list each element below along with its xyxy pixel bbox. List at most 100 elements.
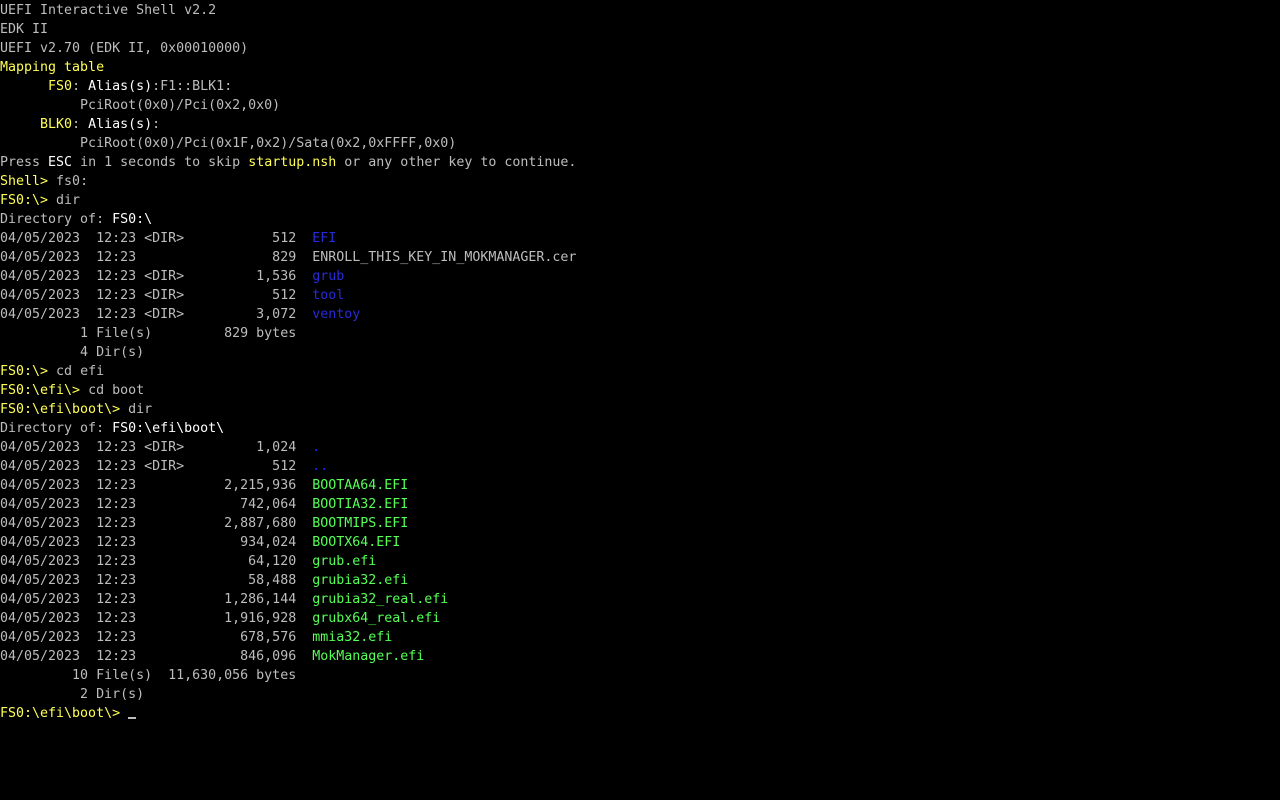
terminal-line: 04/05/2023 12:23 846,096 MokManager.efi [0, 647, 424, 666]
terminal-text: BOOTX64.EFI [312, 535, 401, 550]
terminal-text: 1 File(s) 829 bytes [0, 326, 297, 341]
terminal-text: 04/05/2023 12:23 846,096 [0, 649, 313, 664]
terminal-text: UEFI Interactive Shell v2.2 [0, 3, 217, 18]
terminal-line: 04/05/2023 12:23 64,120 grub.efi [0, 552, 376, 571]
terminal-text: cd efi [56, 364, 105, 379]
terminal-text: 2 Dir(s) [0, 687, 145, 702]
terminal-line: 10 File(s) 11,630,056 bytes [0, 666, 296, 685]
terminal-line: 04/05/2023 12:23 1,916,928 grubx64_real.… [0, 609, 440, 628]
terminal-line: 2 Dir(s) [0, 685, 144, 704]
terminal-text: 04/05/2023 12:23 <DIR> 512 [0, 459, 313, 474]
terminal-text: EFI [312, 231, 337, 246]
terminal-text: fs0: [56, 174, 89, 189]
terminal-line: 1 File(s) 829 bytes [0, 324, 296, 343]
terminal-text: BOOTIA32.EFI [312, 497, 409, 512]
terminal-line: FS0: Alias(s):F1::BLK1: [0, 77, 232, 96]
terminal-text: 04/05/2023 12:23 2,887,680 [0, 516, 313, 531]
terminal-text: startup.nsh [248, 155, 337, 170]
terminal-text: :F1::BLK1: [152, 79, 233, 94]
terminal-line: 04/05/2023 12:23 934,024 BOOTX64.EFI [0, 533, 400, 552]
terminal-line: 04/05/2023 12:23 742,064 BOOTIA32.EFI [0, 495, 408, 514]
terminal-line: FS0:\efi\boot\> dir [0, 400, 152, 419]
terminal-text: . [312, 440, 321, 455]
terminal-text: Alias(s) [88, 79, 153, 94]
terminal-line: 04/05/2023 12:23 58,488 grubia32.efi [0, 571, 408, 590]
terminal-text: : [152, 117, 161, 132]
uefi-shell-terminal[interactable]: UEFI Interactive Shell v2.2 EDK II UEFI v2… [0, 0, 1280, 800]
terminal-text: 04/05/2023 12:23 934,024 [0, 535, 313, 550]
terminal-text: MokManager.efi [312, 649, 425, 664]
terminal-line: 04/05/2023 12:23 678,576 mmia32.efi [0, 628, 392, 647]
terminal-text: 10 File(s) 11,630,056 bytes [0, 668, 297, 683]
terminal-text: tool [312, 288, 345, 303]
terminal-text: ventoy [312, 307, 361, 322]
terminal-text: Shell> [0, 174, 57, 189]
terminal-text: 04/05/2023 12:23 1,286,144 [0, 592, 313, 607]
terminal-line: EDK II [0, 20, 48, 39]
terminal-text: : [72, 117, 89, 132]
terminal-text: Press [0, 155, 49, 170]
terminal-text: BLK0 [40, 117, 73, 132]
terminal-line: 04/05/2023 12:23 <DIR> 1,536 grub [0, 267, 344, 286]
terminal-text: 04/05/2023 12:23 <DIR> 1,536 [0, 269, 313, 284]
terminal-line: 04/05/2023 12:23 829 ENROLL_THIS_KEY_IN_… [0, 248, 576, 267]
terminal-text: 04/05/2023 12:23 2,215,936 [0, 478, 313, 493]
terminal-text: Alias(s) [88, 117, 153, 132]
terminal-text: FS0:\> [0, 364, 57, 379]
terminal-text: FS0:\efi\> [0, 383, 89, 398]
terminal-text: dir [128, 402, 153, 417]
terminal-text: 04/05/2023 12:23 1,916,928 [0, 611, 313, 626]
terminal-text: ENROLL_THIS_KEY_IN_MOKMANAGER.cer [312, 250, 577, 265]
terminal-line: 04/05/2023 12:23 <DIR> 512 .. [0, 457, 328, 476]
terminal-line: 04/05/2023 12:23 <DIR> 3,072 ventoy [0, 305, 360, 324]
terminal-text: in 1 seconds to skip [72, 155, 249, 170]
terminal-line: FS0:\> dir [0, 191, 80, 210]
terminal-text: 04/05/2023 12:23 <DIR> 3,072 [0, 307, 313, 322]
terminal-text: Directory of: [0, 421, 113, 436]
terminal-text: : [72, 79, 89, 94]
terminal-text: Directory of: [0, 212, 113, 227]
terminal-text: Mapping table [0, 60, 105, 75]
terminal-text: FS0:\ [112, 212, 153, 227]
terminal-line: PciRoot(0x0)/Pci(0x1F,0x2)/Sata(0x2,0xFF… [0, 134, 456, 153]
terminal-line: 04/05/2023 12:23 <DIR> 1,024 . [0, 438, 320, 457]
terminal-text: BOOTAA64.EFI [312, 478, 409, 493]
text-cursor-icon [128, 717, 137, 719]
terminal-line: Mapping table [0, 58, 104, 77]
terminal-text: 04/05/2023 12:23 <DIR> 1,024 [0, 440, 313, 455]
terminal-line: 04/05/2023 12:23 <DIR> 512 EFI [0, 229, 336, 248]
terminal-text: PciRoot(0x0)/Pci(0x2,0x0) [0, 98, 281, 113]
terminal-text: EDK II [0, 22, 49, 37]
terminal-line: UEFI Interactive Shell v2.2 [0, 1, 216, 20]
terminal-line: 04/05/2023 12:23 1,286,144 grubia32_real… [0, 590, 448, 609]
terminal-text: FS0 [48, 79, 73, 94]
terminal-text: grubx64_real.efi [312, 611, 441, 626]
terminal-line: FS0:\efi\boot\> [0, 704, 137, 723]
terminal-line: UEFI v2.70 (EDK II, 0x00010000) [0, 39, 248, 58]
terminal-text: grub.efi [312, 554, 377, 569]
terminal-text: .. [312, 459, 329, 474]
terminal-line: Directory of: FS0:\efi\boot\ [0, 419, 224, 438]
terminal-text: 04/05/2023 12:23 <DIR> 512 [0, 288, 313, 303]
terminal-text: ESC [48, 155, 73, 170]
terminal-text: grubia32.efi [312, 573, 409, 588]
terminal-text: UEFI v2.70 (EDK II, 0x00010000) [0, 41, 249, 56]
terminal-line: Press ESC in 1 seconds to skip startup.n… [0, 153, 576, 172]
terminal-text: or any other key to continue. [336, 155, 577, 170]
terminal-text: mmia32.efi [312, 630, 393, 645]
terminal-text: grub [312, 269, 345, 284]
terminal-text: grubia32_real.efi [312, 592, 449, 607]
terminal-text: 04/05/2023 12:23 742,064 [0, 497, 313, 512]
terminal-text: cd boot [88, 383, 145, 398]
terminal-text: 04/05/2023 12:23 829 [0, 250, 313, 265]
terminal-text: BOOTMIPS.EFI [312, 516, 409, 531]
terminal-line: 4 Dir(s) [0, 343, 144, 362]
terminal-text: FS0:\efi\boot\ [112, 421, 225, 436]
terminal-text: 4 Dir(s) [0, 345, 145, 360]
terminal-line: Shell> fs0: [0, 172, 88, 191]
terminal-text: 04/05/2023 12:23 <DIR> 512 [0, 231, 313, 246]
terminal-line: 04/05/2023 12:23 2,887,680 BOOTMIPS.EFI [0, 514, 408, 533]
terminal-line: FS0:\efi\> cd boot [0, 381, 144, 400]
